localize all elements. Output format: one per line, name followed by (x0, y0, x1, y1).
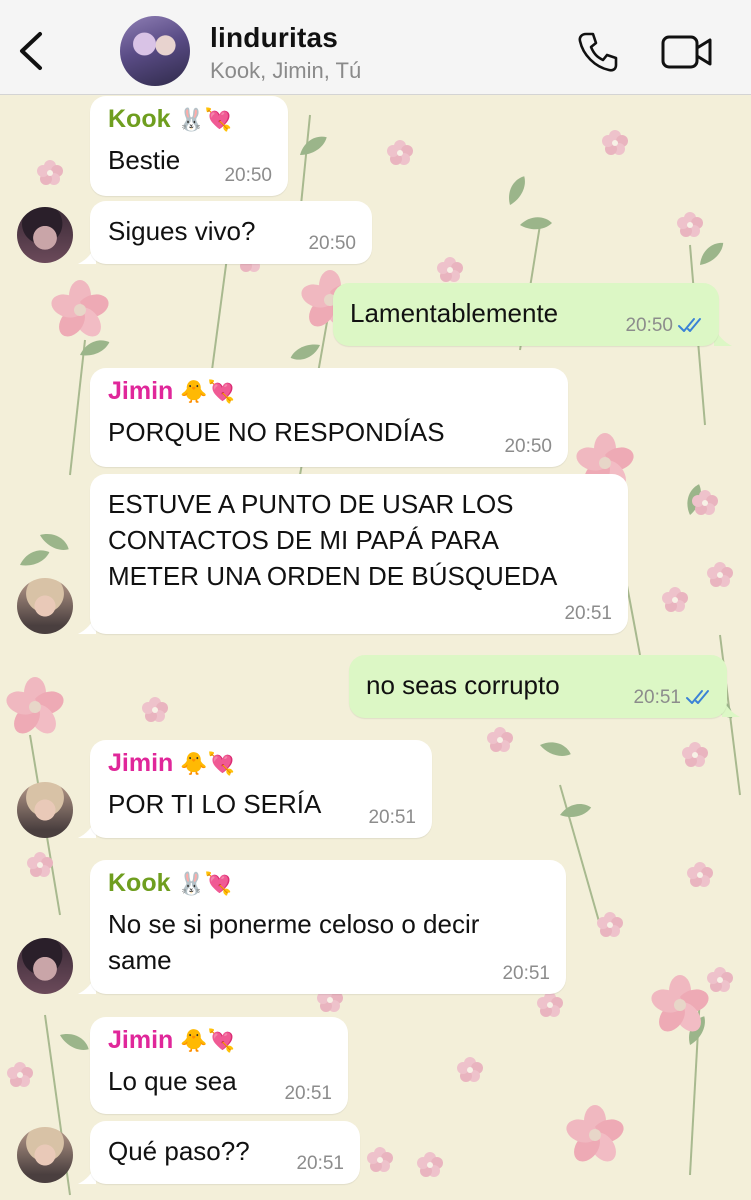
sender-name-kook: Kook 🐰💘 (108, 105, 233, 133)
message-time: 20:51 (564, 603, 612, 624)
read-receipt-icon (686, 690, 709, 704)
message-time: 20:50 (224, 165, 272, 186)
message-bubble-lo-que-sea[interactable]: Jimin 🐥💘 Lo que sea 20:51 (90, 1017, 348, 1114)
message-time: 20:50 (625, 315, 673, 336)
message-bubble-por-ti-lo-seria[interactable]: Jimin 🐥💘 POR TI LO SERÍA 20:51 (90, 740, 432, 838)
group-members[interactable]: Kook, Jimin, Tú (210, 58, 361, 84)
message-bubble-no-se-si-ponerme-celoso[interactable]: Kook 🐰💘 No se si ponerme celoso o decir … (90, 860, 566, 994)
message-bubble-kook-bestie[interactable]: Kook 🐰💘 Bestie 20:50 (90, 96, 288, 196)
sender-name-kook: Kook 🐰💘 (108, 869, 233, 897)
avatar-kook[interactable] (17, 207, 73, 263)
video-call-button[interactable] (660, 32, 714, 72)
chat-header: linduritas Kook, Jimin, Tú (0, 0, 751, 95)
message-time: 20:50 (308, 233, 356, 254)
message-time: 20:51 (368, 807, 416, 828)
sender-name-jimin: Jimin 🐥💘 (108, 377, 236, 405)
message-bubble-que-paso[interactable]: Qué paso?? 20:51 (90, 1121, 360, 1184)
sender-emoji: 🐥💘 (180, 380, 236, 405)
message-text-line-1: ESTUVE A PUNTO DE USAR LOS (108, 489, 514, 519)
sender-emoji: 🐰💘 (177, 108, 233, 133)
message-bubble-estuve-a-punto[interactable]: ESTUVE A PUNTO DE USAR LOS CONTACTOS DE … (90, 474, 628, 634)
message-text-line-2: CONTACTOS DE MI PAPÁ PARA (108, 525, 500, 555)
sender-emoji: 🐥💘 (180, 752, 236, 777)
message-bubble-lamentablemente[interactable]: Lamentablemente 20:50 (333, 283, 719, 346)
message-time: 20:51 (284, 1083, 332, 1104)
read-receipt-icon (678, 318, 701, 332)
sender-name-jimin: Jimin 🐥💘 (108, 749, 236, 777)
message-time: 20:51 (502, 963, 550, 984)
voice-call-button[interactable] (576, 30, 620, 74)
phone-icon (578, 32, 618, 72)
video-camera-icon (661, 35, 712, 69)
chevron-left-icon (20, 32, 42, 70)
message-text-line-3: METER UNA ORDEN DE BÚSQUEDA (108, 561, 558, 591)
sender-emoji: 🐥💘 (180, 1029, 236, 1054)
back-button[interactable] (14, 28, 50, 74)
avatar-jimin[interactable] (17, 782, 73, 838)
avatar-kook[interactable] (17, 938, 73, 994)
sender-name-jimin: Jimin 🐥💘 (108, 1026, 236, 1054)
avatar-jimin[interactable] (17, 578, 73, 634)
message-bubble-sigues-vivo[interactable]: Sigues vivo? 20:50 (90, 201, 372, 264)
message-bubble-porque-no-respondias[interactable]: Jimin 🐥💘 PORQUE NO RESPONDÍAS 20:50 (90, 368, 568, 467)
message-text: PORQUE NO RESPONDÍAS (108, 417, 445, 447)
message-time: 20:51 (296, 1153, 344, 1174)
avatar-jimin[interactable] (17, 1127, 73, 1183)
sender-emoji: 🐰💘 (177, 872, 233, 897)
message-text-line-1: No se si ponerme celoso o decir (108, 909, 480, 939)
message-bubble-no-seas-corrupto[interactable]: no seas corrupto 20:51 (349, 655, 727, 718)
message-time: 20:51 (633, 687, 681, 708)
message-time: 20:50 (504, 436, 552, 457)
group-avatar[interactable] (120, 16, 190, 86)
group-title[interactable]: linduritas (210, 22, 338, 54)
message-text-line-2: same (108, 945, 172, 975)
